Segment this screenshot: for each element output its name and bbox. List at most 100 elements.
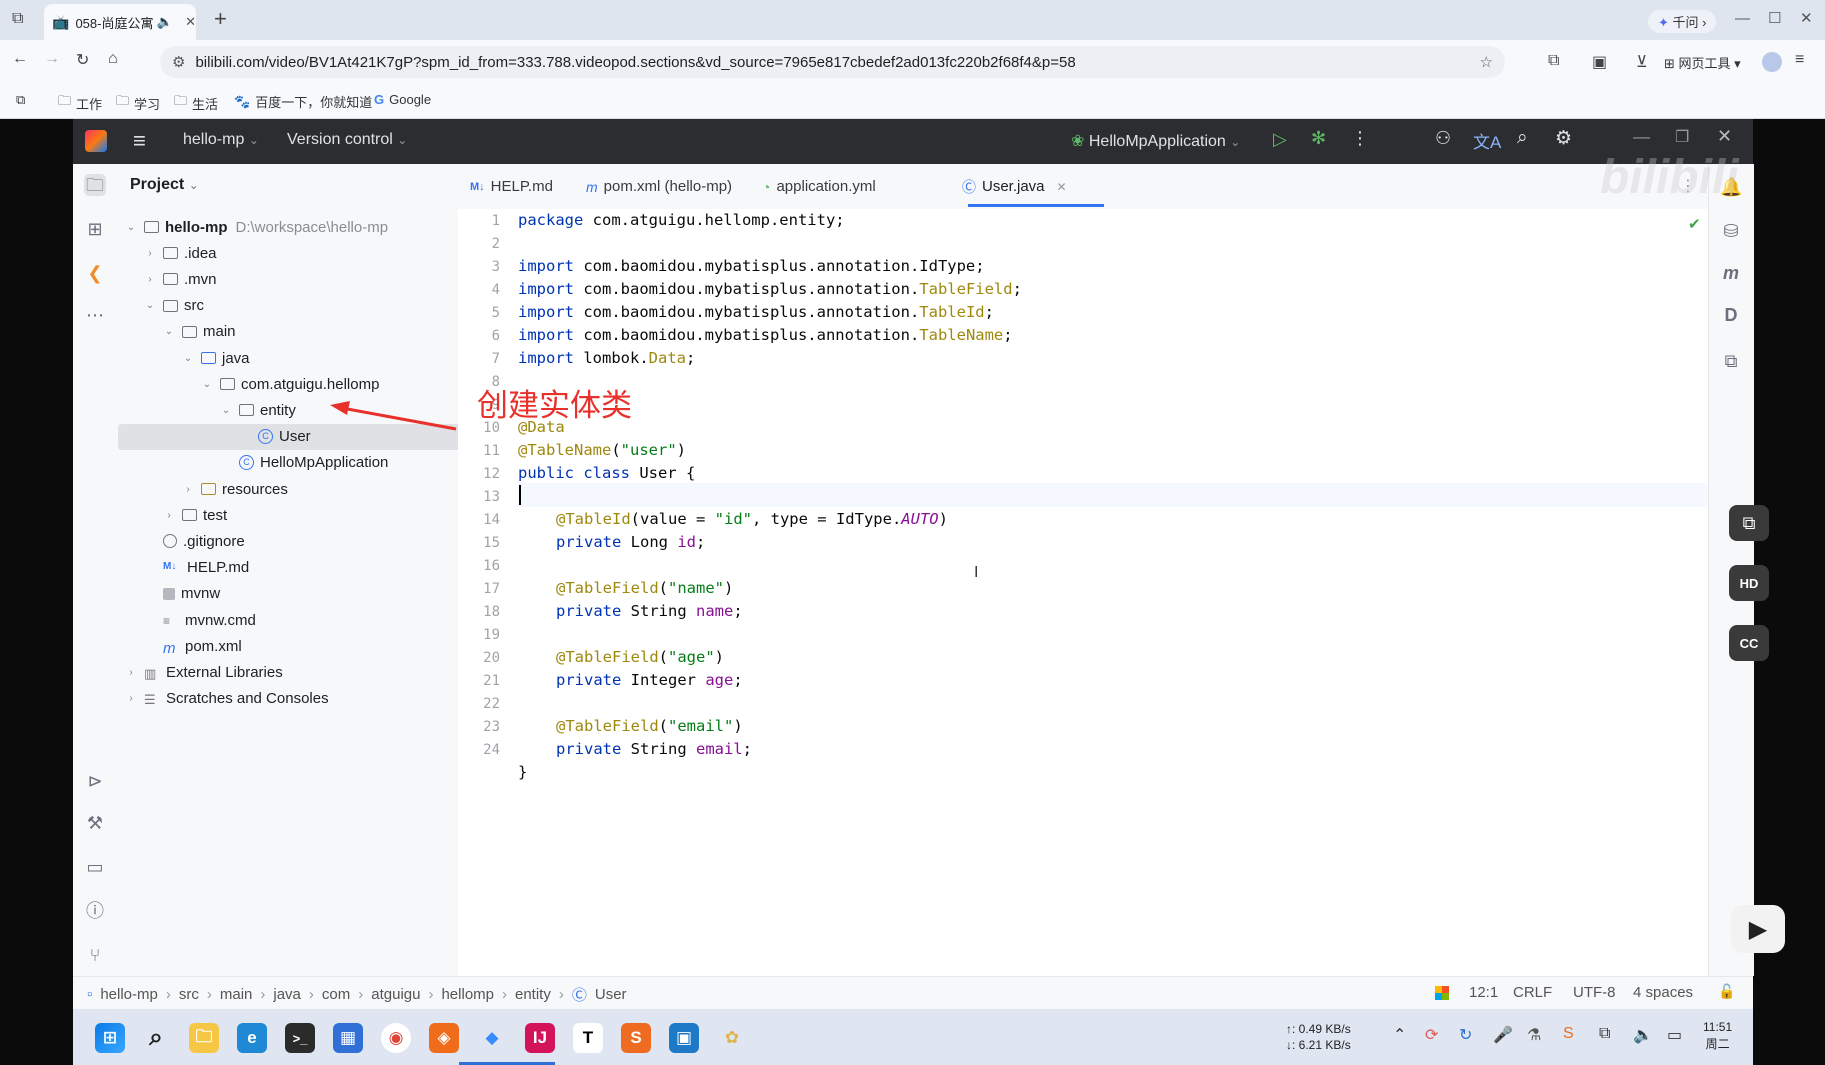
chevron-right-icon[interactable]: ›	[181, 484, 195, 495]
line-number[interactable]: 18	[460, 604, 500, 620]
line-number[interactable]: 4	[460, 282, 500, 298]
forward-arrow-icon[interactable]: →	[44, 50, 60, 68]
profile-avatar[interactable]	[1762, 52, 1782, 72]
d-plugin-icon[interactable]: D	[1720, 304, 1742, 326]
breadcrumb-item[interactable]: src	[179, 986, 199, 1003]
search-icon[interactable]: ⌕	[1517, 127, 1528, 149]
chrome-icon[interactable]: ◉	[381, 1023, 411, 1053]
chevron-right-icon[interactable]: ›	[124, 667, 138, 678]
typora-icon[interactable]: T	[573, 1023, 603, 1053]
terminal-app-icon[interactable]: >_	[285, 1023, 315, 1053]
breadcrumb-item[interactable]: atguigu	[371, 986, 420, 1003]
ide-close-button[interactable]: ✕	[1717, 126, 1732, 147]
sublime-icon[interactable]: S	[621, 1023, 651, 1053]
tray-network-app-icon[interactable]: ⚗	[1527, 1025, 1541, 1045]
main-menu-icon[interactable]: ≡	[133, 128, 146, 154]
ide-minimize-button[interactable]: —	[1633, 127, 1650, 147]
bookmark-panel-icon[interactable]: ⧉	[1720, 350, 1742, 372]
tree-item-java[interactable]: ⌄ java	[181, 345, 250, 371]
ide-restore-button[interactable]: ❐	[1675, 127, 1689, 147]
line-number[interactable]: 22	[460, 696, 500, 712]
screenshot-icon[interactable]: ▣	[1592, 52, 1607, 72]
line-separator[interactable]: CRLF	[1513, 984, 1552, 1001]
menu-icon[interactable]: ≡	[1795, 51, 1804, 69]
tree-item-resources[interactable]: › resources	[181, 476, 288, 502]
breadcrumb-item[interactable]: main	[220, 986, 253, 1003]
edge-browser-icon[interactable]: e	[237, 1023, 267, 1053]
intellij-logo-icon[interactable]	[85, 130, 107, 152]
readonly-lock-icon[interactable]: 🔓	[1718, 983, 1735, 1000]
close-tab-icon[interactable]: ✕	[185, 14, 196, 30]
chevron-down-icon[interactable]: ⌄	[124, 222, 138, 233]
ai-assistant-button[interactable]: ✦ 千问 ›	[1648, 10, 1717, 33]
problems-icon[interactable]: ⓘ	[84, 900, 106, 922]
line-number[interactable]: 14	[460, 512, 500, 528]
line-number[interactable]: 3	[460, 259, 500, 275]
tree-item-external-libraries[interactable]: › ▥ External Libraries	[124, 659, 282, 685]
line-number[interactable]: 15	[460, 535, 500, 551]
app-orange-icon[interactable]: ◈	[429, 1023, 459, 1053]
line-number[interactable]: 16	[460, 558, 500, 574]
speaker-icon[interactable]: 🔈	[157, 14, 173, 30]
tree-item-idea[interactable]: › .idea	[143, 240, 216, 266]
home-icon[interactable]: ⌂	[108, 50, 118, 68]
chevron-right-icon[interactable]: ›	[143, 248, 157, 259]
new-tab-button[interactable]: +	[214, 6, 227, 32]
code-editor[interactable]: ✔ I package com.atguigu.hellomp.entity; …	[518, 209, 1708, 976]
chevron-right-icon[interactable]: ›	[143, 274, 157, 285]
editor-tab-user-java[interactable]: Ⓒ User.java ✕	[962, 164, 1067, 209]
back-arrow-icon[interactable]: ←	[12, 50, 28, 68]
tree-item-src[interactable]: ⌄ src	[143, 293, 204, 319]
editor-tab-application-yml[interactable]: ◔ application.yml	[762, 164, 876, 209]
tree-item-scratches-and-consoles[interactable]: › ☰ Scratches and Consoles	[124, 686, 328, 712]
tree-item-test[interactable]: › test	[162, 502, 227, 528]
intellij-taskbar-icon[interactable]: IJ	[525, 1023, 555, 1053]
maven-icon[interactable]: m	[1720, 262, 1742, 284]
tray-chevron-up-icon[interactable]: ⌃	[1393, 1025, 1406, 1045]
tree-item-gitignore[interactable]: .gitignore	[143, 528, 245, 554]
run-icon[interactable]: ▷	[1273, 129, 1287, 150]
bookmark-star-icon[interactable]: ☆	[1480, 53, 1493, 71]
line-number[interactable]: 21	[460, 673, 500, 689]
tray-sync-icon[interactable]: ↻	[1459, 1025, 1472, 1045]
app-paw-icon[interactable]: ✿	[717, 1023, 747, 1053]
git-branch-icon[interactable]: ⑂	[84, 944, 106, 966]
breadcrumb-item[interactable]: User	[595, 986, 627, 1003]
browser-tab-active[interactable]: 📺 058-尚庭公寓 🔈 ✕	[44, 4, 196, 40]
tree-item-mvnw[interactable]: mvnw	[143, 581, 220, 607]
leetcode-plugin-icon[interactable]: ❮	[84, 262, 106, 284]
no-problems-check-icon[interactable]: ✔	[1688, 215, 1701, 233]
debug-icon[interactable]: ✻	[1311, 128, 1326, 149]
store-icon[interactable]: ▦	[333, 1023, 363, 1053]
tree-item-mvn[interactable]: › .mvn	[143, 266, 216, 292]
settings-gear-icon[interactable]: ⚙	[1555, 127, 1572, 150]
line-number[interactable]: 7	[460, 351, 500, 367]
file-encoding[interactable]: UTF-8	[1573, 984, 1616, 1001]
bookmark-life[interactable]: 🗀 生活	[174, 92, 218, 114]
hd-icon[interactable]: HD	[1729, 565, 1769, 601]
bookmark-work[interactable]: 🗀 工作	[58, 92, 102, 114]
clock[interactable]: 11:51 周二	[1703, 1019, 1732, 1053]
play-button[interactable]: ▶	[1731, 905, 1785, 953]
minimize-button[interactable]: —	[1735, 10, 1750, 27]
code-with-me-icon[interactable]: ⚇	[1435, 128, 1451, 149]
volume-icon[interactable]: 🔈	[1633, 1025, 1653, 1045]
editor-tab-pom-xml-hello-mp[interactable]: m pom.xml (hello-mp)	[586, 164, 732, 209]
breadcrumb-item[interactable]: com	[322, 986, 350, 1003]
url-bar[interactable]: ⚙ bilibili.com/video/BV1At421K7gP?spm_id…	[160, 46, 1505, 78]
pip-icon[interactable]: ⧉	[1729, 505, 1769, 541]
close-window-button[interactable]: ✕	[1800, 9, 1813, 27]
vcs-menu[interactable]: Version control ⌄	[287, 131, 407, 149]
structure-icon[interactable]: ⊞	[84, 218, 106, 240]
editor-tab-help-md[interactable]: M↓ HELP.md	[470, 164, 553, 209]
build-hammer-icon[interactable]: ⚒	[84, 812, 106, 834]
line-number[interactable]: 23	[460, 719, 500, 735]
project-switcher[interactable]: hello-mp ⌄	[183, 131, 259, 149]
taskbar-search-icon[interactable]: ⌕	[141, 1023, 171, 1053]
tray-app-icon[interactable]: ⟳	[1425, 1025, 1438, 1045]
battery-icon[interactable]: ▭	[1667, 1025, 1682, 1045]
tree-item-help-md[interactable]: M↓ HELP.md	[143, 555, 249, 581]
download-icon[interactable]: ⊻	[1636, 52, 1648, 72]
chevron-right-icon[interactable]: ›	[124, 693, 138, 704]
database-icon[interactable]: ⛁	[1720, 220, 1742, 242]
